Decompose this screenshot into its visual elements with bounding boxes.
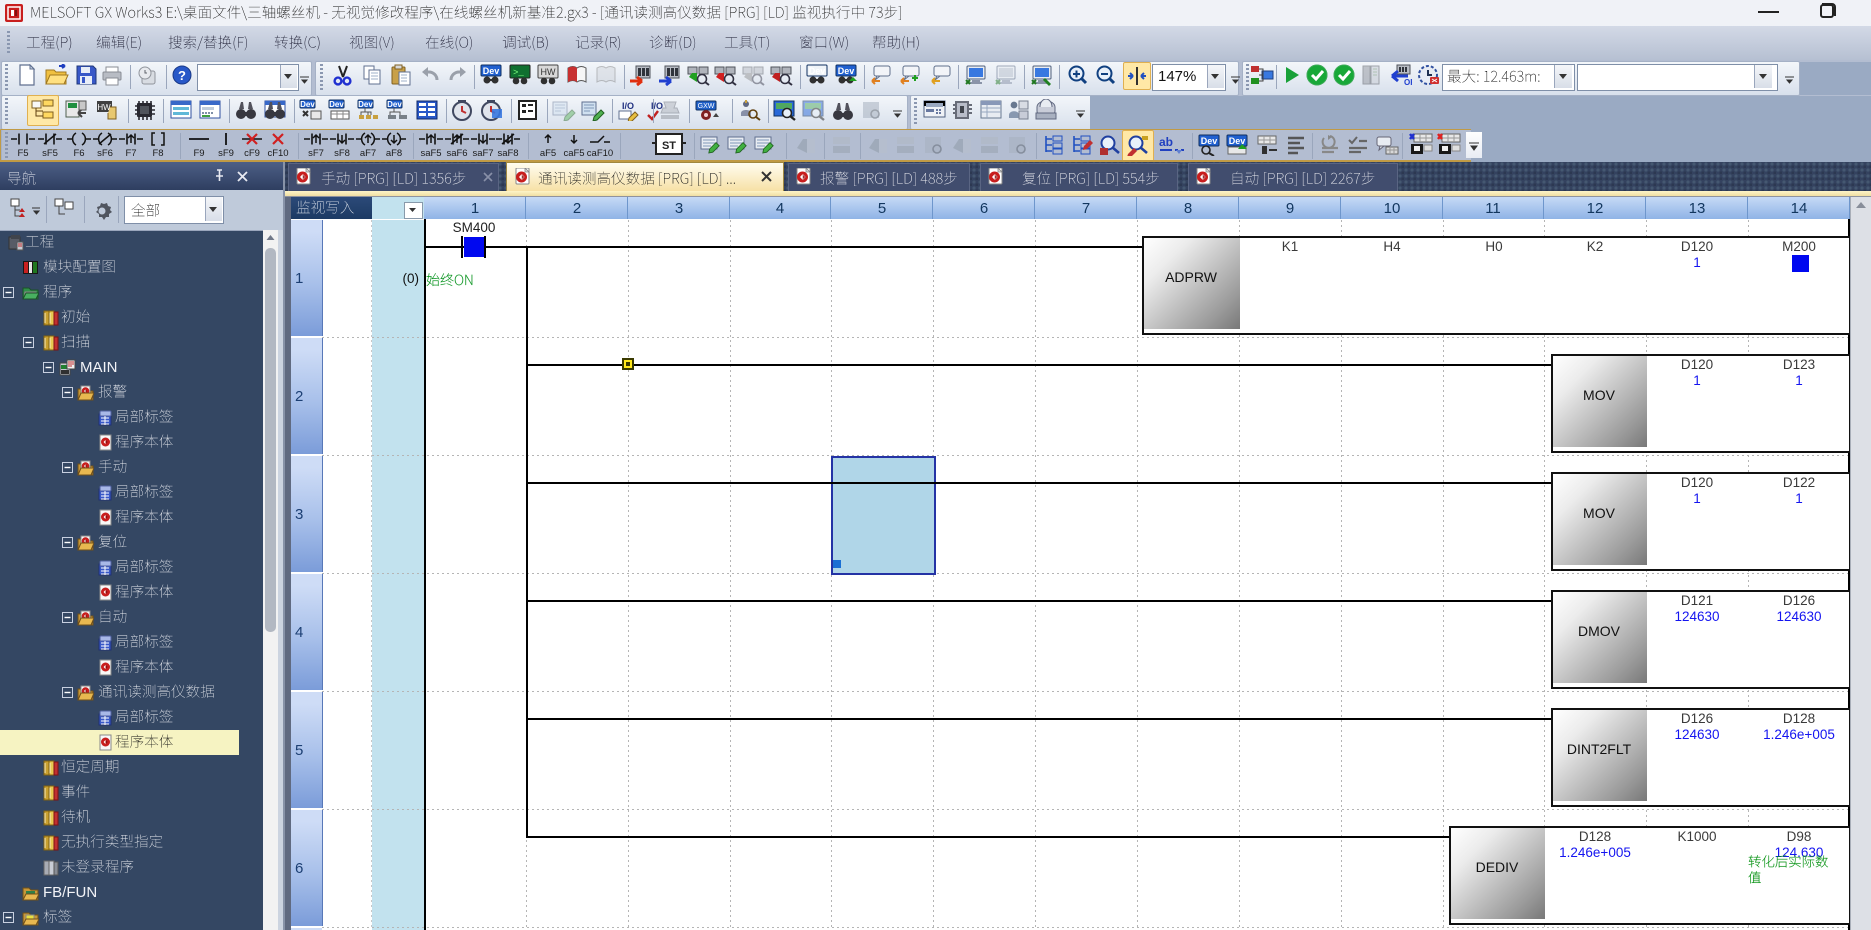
- svg-text:Dev: Dev: [809, 66, 826, 76]
- svg-text:ST: ST: [662, 140, 676, 152]
- svg-text:Dev: Dev: [483, 66, 500, 76]
- svg-text:Dev: Dev: [300, 100, 315, 109]
- svg-text:Dev: Dev: [387, 100, 402, 109]
- svg-text:Dev: Dev: [358, 100, 373, 109]
- svg-text:Dev: Dev: [838, 66, 855, 76]
- svg-text:?: ?: [178, 68, 186, 83]
- svg-text:GXW: GXW: [698, 103, 715, 110]
- svg-text:Dev: Dev: [1201, 136, 1218, 146]
- svg-text:I/O: I/O: [622, 101, 634, 111]
- svg-text:Dev: Dev: [1229, 136, 1246, 146]
- svg-text:ab: ab: [1159, 135, 1173, 149]
- svg-text:Dev: Dev: [329, 100, 344, 109]
- svg-text:OK: OK: [1404, 78, 1412, 86]
- svg-text:>_: >_: [513, 68, 524, 78]
- svg-text:HW: HW: [541, 67, 556, 77]
